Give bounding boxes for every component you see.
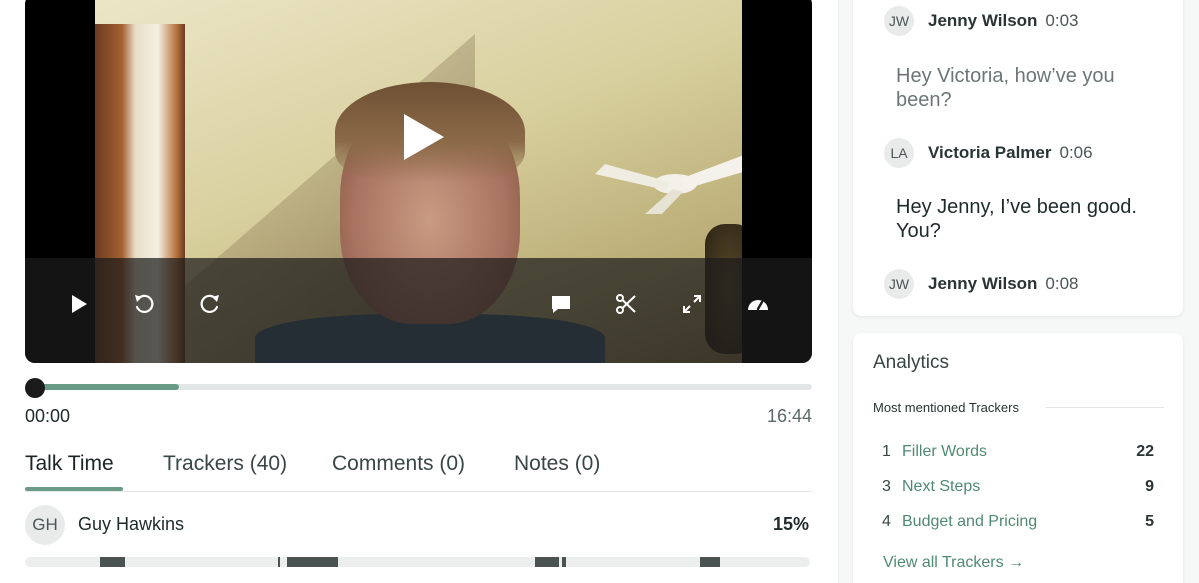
- transcript-message: Hey Victoria, how’ve you been?: [896, 65, 1115, 111]
- rewind-icon[interactable]: [131, 291, 157, 317]
- big-play-icon[interactable]: [402, 112, 446, 162]
- tracker-link[interactable]: Filler Words: [902, 443, 987, 461]
- speed-icon[interactable]: [745, 291, 771, 317]
- transcript-timestamp[interactable]: 0:06: [1059, 143, 1092, 162]
- avatar: GH: [25, 505, 65, 545]
- talk-time-percent: 15%: [772, 514, 809, 534]
- play-icon[interactable]: [65, 291, 91, 317]
- tracker-count: 9: [1145, 478, 1154, 495]
- tracker-row[interactable]: 4 Budget and Pricing 5: [882, 513, 1154, 533]
- scissors-icon[interactable]: [613, 291, 639, 317]
- talk-segment: [562, 557, 566, 567]
- talk-time-track[interactable]: [25, 557, 810, 567]
- active-tab-indicator: [25, 487, 123, 491]
- total-time: 16:44: [766, 406, 812, 426]
- progress-bar[interactable]: [30, 384, 812, 390]
- transcript-timestamp[interactable]: 0:08: [1045, 274, 1078, 293]
- avatar: JW: [884, 269, 914, 299]
- tracker-link[interactable]: Next Steps: [902, 478, 980, 496]
- tracker-count: 5: [1145, 513, 1154, 530]
- tracker-rank: 3: [882, 478, 891, 495]
- analytics-title: Analytics: [873, 352, 950, 373]
- progress-handle[interactable]: [25, 378, 45, 398]
- expand-icon[interactable]: [679, 291, 705, 317]
- detail-tabs: Talk Time Trackers (40) Comments (0) Not…: [25, 450, 812, 492]
- transcript-speaker-name: Jenny Wilson: [928, 274, 1038, 293]
- video-player[interactable]: [25, 0, 812, 363]
- video-control-bar: [25, 258, 812, 363]
- transcript-speaker[interactable]: Victoria Palmer 0:06: [928, 143, 1093, 163]
- tab-notes[interactable]: Notes (0): [514, 452, 600, 476]
- view-all-trackers-link[interactable]: View all Trackers →: [883, 554, 1024, 572]
- talk-segment: [700, 557, 720, 567]
- tab-trackers[interactable]: Trackers (40): [163, 452, 287, 476]
- tracker-count: 22: [1136, 443, 1154, 460]
- speaker-name: Guy Hawkins: [78, 514, 185, 534]
- tracker-rank: 4: [882, 513, 891, 530]
- tab-talk-time[interactable]: Talk Time: [25, 452, 114, 476]
- avatar: JW: [884, 6, 914, 36]
- tracker-row[interactable]: 1 Filler Words 22: [882, 443, 1154, 463]
- forward-icon[interactable]: [197, 291, 223, 317]
- talk-segment: [287, 557, 338, 567]
- transcript-timestamp[interactable]: 0:03: [1045, 11, 1078, 30]
- tracker-link[interactable]: Budget and Pricing: [902, 513, 1037, 531]
- transcript-message: Hey Jenny, I’ve been good. You?: [896, 196, 1137, 242]
- talk-segment: [278, 557, 280, 567]
- tab-comments[interactable]: Comments (0): [332, 452, 465, 476]
- current-time: 00:00: [25, 406, 71, 426]
- tracker-row[interactable]: 3 Next Steps 9: [882, 478, 1154, 498]
- talk-segment: [100, 557, 125, 567]
- comment-icon[interactable]: [548, 291, 574, 317]
- transcript-speaker-name: Jenny Wilson: [928, 11, 1038, 30]
- tracker-rank: 1: [882, 443, 891, 460]
- video-scene-ceiling-fan: [595, 155, 742, 214]
- talk-segment: [535, 557, 559, 567]
- analytics-subtitle: Most mentioned Trackers: [873, 400, 1019, 415]
- transcript-speaker-name: Victoria Palmer: [928, 143, 1052, 162]
- avatar: LA: [884, 138, 914, 168]
- talk-time-speaker-row[interactable]: GH Guy Hawkins 15%: [25, 505, 812, 545]
- divider: [1046, 407, 1164, 408]
- progress-fill: [30, 384, 179, 390]
- transcript-speaker[interactable]: Jenny Wilson 0:03: [928, 11, 1079, 31]
- transcript-speaker[interactable]: Jenny Wilson 0:08: [928, 274, 1079, 294]
